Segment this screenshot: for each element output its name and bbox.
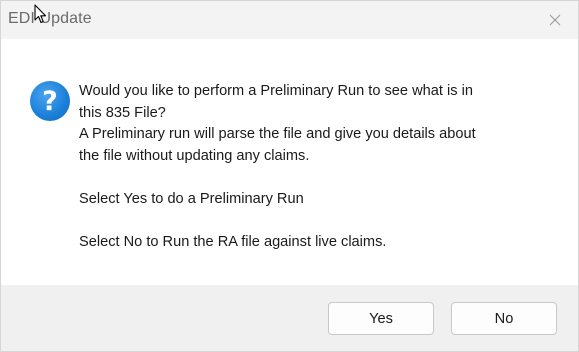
window-title: EDI Update [8, 10, 92, 27]
message-line: A Preliminary run will parse the file an… [79, 126, 476, 142]
message-spacer [79, 210, 549, 232]
button-bar: Yes No [1, 285, 578, 351]
message-text: Would you like to perform a Preliminary … [79, 81, 549, 253]
no-button[interactable]: No [451, 302, 557, 335]
message-line: this 835 File? [79, 104, 166, 121]
close-button[interactable] [532, 1, 578, 39]
message-line: Would you like to perform a Preliminary … [79, 83, 473, 99]
mouse-cursor-icon [34, 4, 47, 24]
message-line: the file without updating any claims. [79, 147, 310, 164]
message-line: Select No to Run the RA file against liv… [79, 233, 387, 250]
title-bar[interactable]: EDI Update [1, 1, 578, 39]
dialog-content: ? Would you like to perform a Preliminar… [1, 39, 578, 285]
message-line: Select Yes to do a Preliminary Run [79, 190, 304, 207]
message-dialog: EDI Update ? Would you like to perform a… [0, 0, 579, 352]
question-icon: ? [30, 81, 70, 121]
yes-button[interactable]: Yes [328, 302, 434, 335]
question-glyph: ? [42, 85, 58, 117]
message-spacer [79, 167, 549, 189]
close-icon [549, 14, 561, 26]
